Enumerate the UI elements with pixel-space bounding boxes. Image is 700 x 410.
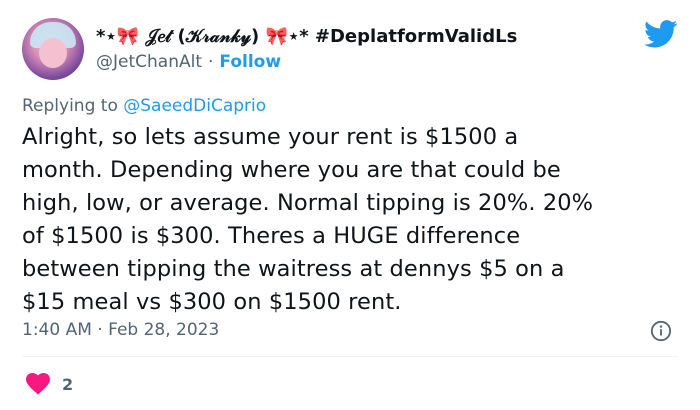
timestamp-separator: · xyxy=(97,320,103,340)
avatar-face xyxy=(39,38,67,68)
like-count: 2 xyxy=(62,374,74,394)
twitter-bird-icon[interactable] xyxy=(644,20,678,48)
replying-to: Replying to @SaeedDiCaprio xyxy=(22,96,266,116)
author-handle-row: @JetChanAlt · Follow xyxy=(96,51,281,73)
tweet-timestamp[interactable]: 1:40 AM · Feb 28, 2023 xyxy=(22,320,219,340)
like-action[interactable]: 2 xyxy=(26,372,73,396)
author-display-name[interactable]: *⋆🎀 𝒥𝑒𝓉 (𝒦𝓇𝒶𝓃𝓀𝓎) 🎀⋆* #DeplatformValidLs xyxy=(96,26,517,47)
tweet-text-line: Alright, so lets assume your rent is $15… xyxy=(22,124,519,150)
tweet-text-line: $15 meal vs $300 on $1500 rent. xyxy=(22,289,402,315)
tweet-text: Alright, so lets assume your rent is $15… xyxy=(22,121,682,319)
tweet-text-line: between tipping the waitress at dennys $… xyxy=(22,256,565,282)
info-icon[interactable] xyxy=(650,320,672,342)
avatar[interactable] xyxy=(22,18,84,80)
reply-mention-link[interactable]: @SaeedDiCaprio xyxy=(123,96,266,116)
tweet-text-line: of $1500 is $300. Theres a HUGE differen… xyxy=(22,223,521,249)
tweet-text-line: month. Depending where you are that coul… xyxy=(22,157,561,183)
heart-icon[interactable] xyxy=(26,373,50,395)
divider xyxy=(22,356,678,357)
tweet-date[interactable]: Feb 28, 2023 xyxy=(108,320,219,340)
tweet-text-line: high, low, or average. Normal tipping is… xyxy=(22,190,594,216)
author-name-row[interactable]: *⋆🎀 𝒥𝑒𝓉 (𝒦𝓇𝒶𝓃𝓀𝓎) 🎀⋆* #DeplatformValidLs xyxy=(96,24,517,48)
replying-prefix: Replying to xyxy=(22,96,124,116)
author-handle[interactable]: @JetChanAlt xyxy=(96,52,202,72)
handle-separator: · xyxy=(208,52,214,72)
tweet-time[interactable]: 1:40 AM xyxy=(22,320,92,340)
tweet-card: *⋆🎀 𝒥𝑒𝓉 (𝒦𝓇𝒶𝓃𝓀𝓎) 🎀⋆* #DeplatformValidLs … xyxy=(0,0,700,410)
follow-button[interactable]: Follow xyxy=(219,52,281,72)
